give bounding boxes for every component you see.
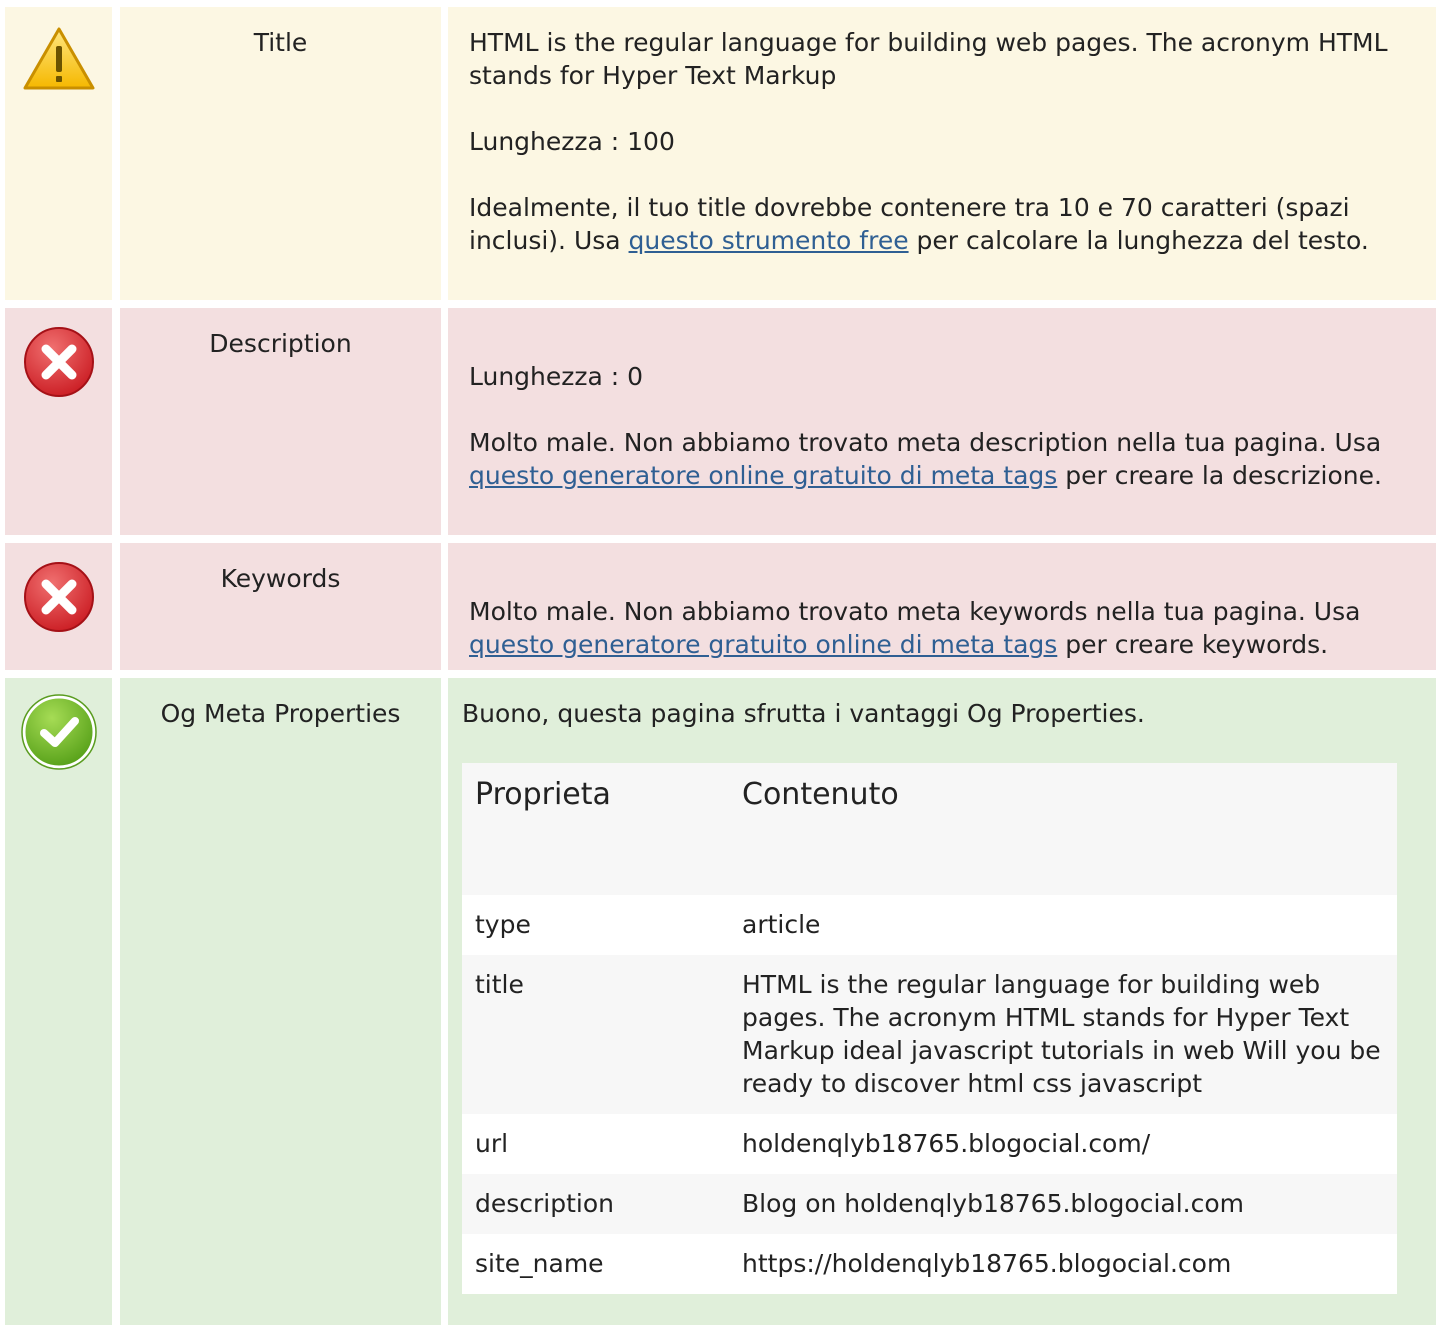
og-properties-table: Proprieta Contenuto type article title H… bbox=[462, 763, 1397, 1294]
og-label: Og Meta Properties bbox=[160, 699, 401, 728]
keywords-status-cell bbox=[5, 543, 112, 670]
table-row: description Blog on holdenqlyb18765.blog… bbox=[462, 1174, 1397, 1234]
title-advice: Idealmente, il tuo title dovrebbe conten… bbox=[469, 193, 1369, 255]
title-text: HTML is the regular language for buildin… bbox=[469, 28, 1388, 90]
og-property-site-name: site_name bbox=[462, 1234, 729, 1294]
og-status-cell bbox=[5, 678, 112, 1325]
description-label-cell: Description bbox=[120, 308, 441, 535]
og-label-cell: Og Meta Properties bbox=[120, 678, 441, 1325]
og-content-type: article bbox=[729, 895, 1397, 955]
og-content-cell: Buono, questa pagina sfrutta i vantaggi … bbox=[448, 678, 1436, 1325]
og-text: Buono, questa pagina sfrutta i vantaggi … bbox=[462, 699, 1145, 728]
title-label: Title bbox=[253, 28, 308, 57]
table-row: site_name https://holdenqlyb18765.blogoc… bbox=[462, 1234, 1397, 1294]
check-icon bbox=[21, 694, 97, 770]
title-content-cell: HTML is the regular language for buildin… bbox=[448, 7, 1436, 300]
description-content-cell: Lunghezza : 0 Molto male. Non abbiamo tr… bbox=[448, 308, 1436, 535]
error-icon bbox=[24, 562, 94, 632]
og-content-title: HTML is the regular language for buildin… bbox=[729, 955, 1397, 1114]
table-header-property: Proprieta bbox=[462, 763, 729, 895]
table-row: type article bbox=[462, 895, 1397, 955]
table-row: url holdenqlyb18765.blogocial.com/ bbox=[462, 1114, 1397, 1174]
keywords-generator-link[interactable]: questo generatore gratuito online di met… bbox=[469, 630, 1057, 659]
og-content-description: Blog on holdenqlyb18765.blogocial.com bbox=[729, 1174, 1397, 1234]
keywords-advice: Molto male. Non abbiamo trovato meta key… bbox=[469, 597, 1361, 659]
title-tool-link[interactable]: questo strumento free bbox=[629, 226, 909, 255]
title-label-cell: Title bbox=[120, 7, 441, 300]
error-icon bbox=[24, 327, 94, 397]
keywords-label: Keywords bbox=[220, 564, 341, 593]
description-label: Description bbox=[209, 329, 352, 358]
description-status-cell bbox=[5, 308, 112, 535]
warning-icon bbox=[23, 27, 95, 90]
og-property-url: url bbox=[462, 1114, 729, 1174]
keywords-content-cell: Molto male. Non abbiamo trovato meta key… bbox=[448, 543, 1436, 670]
og-property-type: type bbox=[462, 895, 729, 955]
title-length: Lunghezza : 100 bbox=[469, 127, 675, 156]
og-content-url: holdenqlyb18765.blogocial.com/ bbox=[729, 1114, 1397, 1174]
description-generator-link[interactable]: questo generatore online gratuito di met… bbox=[469, 461, 1057, 490]
keywords-label-cell: Keywords bbox=[120, 543, 441, 670]
og-content-site-name: https://holdenqlyb18765.blogocial.com bbox=[729, 1234, 1397, 1294]
description-length: Lunghezza : 0 bbox=[469, 362, 644, 391]
title-status-cell bbox=[5, 7, 112, 300]
table-row: title HTML is the regular language for b… bbox=[462, 955, 1397, 1114]
description-advice: Molto male. Non abbiamo trovato meta des… bbox=[469, 428, 1382, 490]
og-property-description: description bbox=[462, 1174, 729, 1234]
table-header-content: Contenuto bbox=[729, 763, 1397, 895]
og-property-title: title bbox=[462, 955, 729, 1114]
